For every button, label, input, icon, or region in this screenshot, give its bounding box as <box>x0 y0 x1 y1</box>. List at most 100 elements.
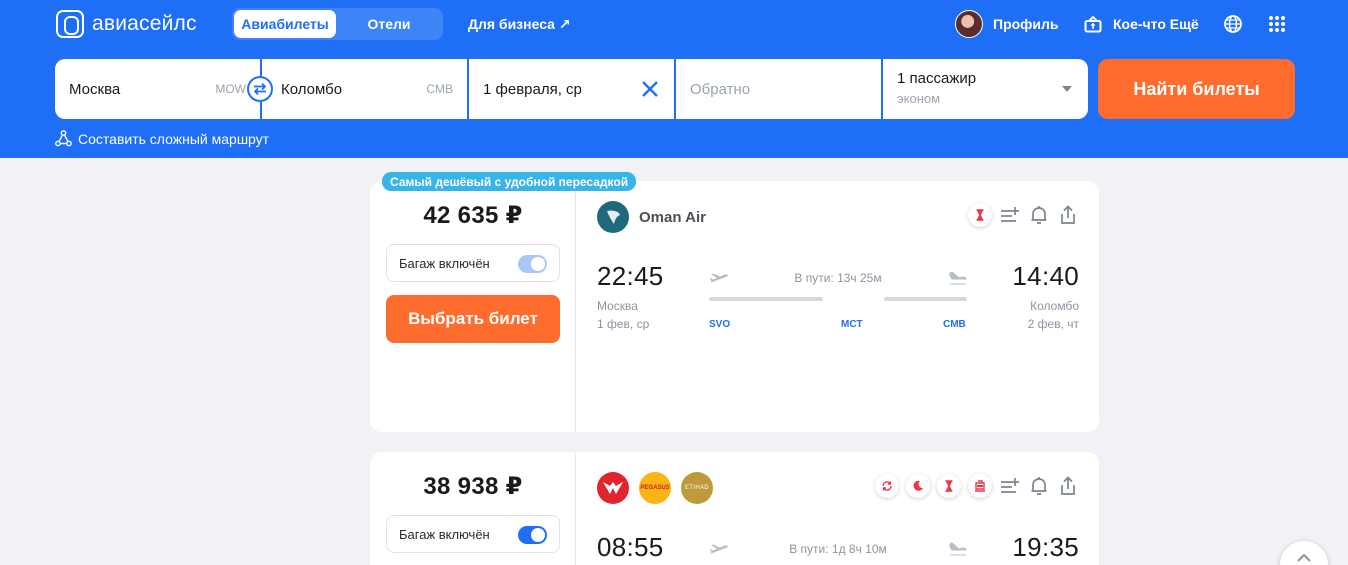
ticket-price: 38 938 ₽ <box>423 473 523 500</box>
self-transfer-badge <box>875 474 899 498</box>
find-tickets-button[interactable]: Найти билеты <box>1098 59 1295 119</box>
oman-air-logo <box>597 201 629 233</box>
night-layover-badge <box>906 474 930 498</box>
landing-icon <box>949 271 967 285</box>
aviasales-logo-icon <box>56 10 84 38</box>
departure-time: 08:55 <box>597 532 664 562</box>
flight-duration: В пути: 13ч 25м <box>794 271 882 285</box>
refresh-icon <box>882 481 892 491</box>
price-alert-button[interactable] <box>1028 475 1050 497</box>
share-button[interactable] <box>1057 475 1079 497</box>
list-add-icon <box>1001 207 1019 222</box>
flight-duration: В пути: 1д 8ч 10м <box>789 542 887 556</box>
close-icon <box>642 81 658 97</box>
more-link[interactable]: Кое-что Ещё <box>1083 8 1199 40</box>
luggage-icon <box>975 480 985 492</box>
chevron-down-icon <box>1062 86 1072 92</box>
passengers-select[interactable]: 1 пассажир эконом <box>883 59 1088 119</box>
list-add-icon <box>1001 478 1019 493</box>
ticket-price-panel: 38 938 ₽ Багаж включён <box>370 452 576 565</box>
chevron-up-icon <box>1297 553 1311 562</box>
destination-code: CMB <box>426 82 453 96</box>
brand-name: авиасейлс <box>92 12 197 35</box>
share-button[interactable] <box>1057 204 1079 226</box>
grid-icon <box>1269 16 1285 32</box>
share-icon <box>1061 205 1075 224</box>
airline-logos: PEGASUS ETIHAD <box>597 472 723 504</box>
ticket-price-panel: 42 635 ₽ Багаж включён Выбрать билет <box>370 181 576 432</box>
avatar <box>955 10 983 38</box>
business-link[interactable]: Для бизнеса ↗ <box>468 16 571 33</box>
apps-menu-button[interactable] <box>1268 8 1286 40</box>
flight-segment-1 <box>709 297 823 301</box>
bell-icon <box>1031 477 1047 495</box>
etihad-logo: ETIHAD <box>681 472 713 504</box>
ticket-actions <box>961 203 1079 227</box>
swap-button[interactable] <box>247 76 273 102</box>
origin-code: MOW <box>215 82 246 96</box>
tab-hotels[interactable]: Отели <box>338 10 440 38</box>
arrival-time: 14:40 <box>1012 261 1079 291</box>
destination-field[interactable]: Коломбо CMB <box>262 59 467 119</box>
globe-icon <box>1224 15 1242 33</box>
share-icon <box>1061 476 1075 495</box>
flyone-logo <box>597 472 629 504</box>
add-to-list-button[interactable] <box>999 475 1021 497</box>
more-label: Кое-что Ещё <box>1113 16 1199 32</box>
cheapest-badge: Самый дешёвый с удобной пересадкой <box>382 172 637 191</box>
gift-icon <box>1083 14 1103 34</box>
search-hero: авиасейлс Авиабилеты Отели Для бизнеса ↗… <box>0 0 1348 158</box>
depart-date-value: 1 февраля, ср <box>483 80 582 98</box>
landing-icon <box>949 542 967 556</box>
tab-flights[interactable]: Авиабилеты <box>234 10 336 38</box>
complex-route-label: Составить сложный маршрут <box>78 130 270 147</box>
airport-code: SVO <box>709 319 731 330</box>
brand-logo[interactable]: авиасейлс <box>56 10 197 38</box>
baggage-toggle-row[interactable]: Багаж включён <box>386 515 560 553</box>
ticket-card: 42 635 ₽ Багаж включён Выбрать билет Oma… <box>370 181 1099 432</box>
baggage-toggle[interactable] <box>518 255 547 273</box>
arrival-date: 2 фев, чт <box>1027 317 1079 331</box>
airport-code: CMB <box>943 319 966 330</box>
baggage-recheck-badge <box>968 474 992 498</box>
top-nav: авиасейлс Авиабилеты Отели Для бизнеса ↗… <box>0 0 1348 48</box>
ticket-actions <box>868 474 1079 498</box>
profile-link[interactable]: Профиль <box>955 8 1059 40</box>
price-alert-button[interactable] <box>1028 204 1050 226</box>
select-ticket-button[interactable]: Выбрать билет <box>386 295 560 343</box>
add-to-list-button[interactable] <box>999 204 1021 226</box>
profile-label: Профиль <box>993 16 1059 32</box>
pegasus-logo: PEGASUS <box>639 472 671 504</box>
scroll-to-top-button[interactable] <box>1280 541 1328 565</box>
departure-time: 22:45 <box>597 261 664 291</box>
ticket-card: 38 938 ₽ Багаж включён PEGASUS ETIHAD 08… <box>370 452 1099 565</box>
moon-icon <box>913 480 923 491</box>
airline-info: Oman Air <box>597 201 706 233</box>
bell-icon <box>1031 206 1047 224</box>
long-layover-badge <box>937 474 961 498</box>
hourglass-icon <box>945 480 953 492</box>
flight-segment-2 <box>884 297 967 301</box>
long-layover-badge <box>968 203 992 227</box>
baggage-label: Багаж включён <box>399 526 490 542</box>
language-button[interactable] <box>1223 8 1243 40</box>
depart-date-field[interactable]: 1 февраля, ср <box>469 59 674 119</box>
ticket-price: 42 635 ₽ <box>423 202 523 229</box>
complex-route-link[interactable]: Составить сложный маршрут <box>55 130 269 147</box>
route-nodes-icon <box>55 130 72 147</box>
clear-date-button[interactable] <box>640 79 660 103</box>
arrival-city: Коломбо <box>1030 299 1079 313</box>
airline-name: Oman Air <box>639 208 706 226</box>
search-form: Москва MOW Коломбо CMB 1 февраля, ср Обр… <box>55 59 1088 119</box>
product-switch: Авиабилеты Отели <box>232 8 443 40</box>
baggage-toggle-row[interactable]: Багаж включён <box>386 244 560 282</box>
cabin-value: эконом <box>897 91 941 106</box>
arrival-time: 19:35 <box>1012 532 1079 562</box>
baggage-toggle[interactable] <box>518 526 547 544</box>
origin-value: Москва <box>69 80 121 98</box>
departure-date: 1 фев, ср <box>597 317 650 331</box>
origin-field[interactable]: Москва MOW <box>55 59 260 119</box>
baggage-label: Багаж включён <box>399 255 490 271</box>
return-date-field[interactable]: Обратно <box>676 59 881 119</box>
swap-arrows-icon <box>253 82 267 96</box>
